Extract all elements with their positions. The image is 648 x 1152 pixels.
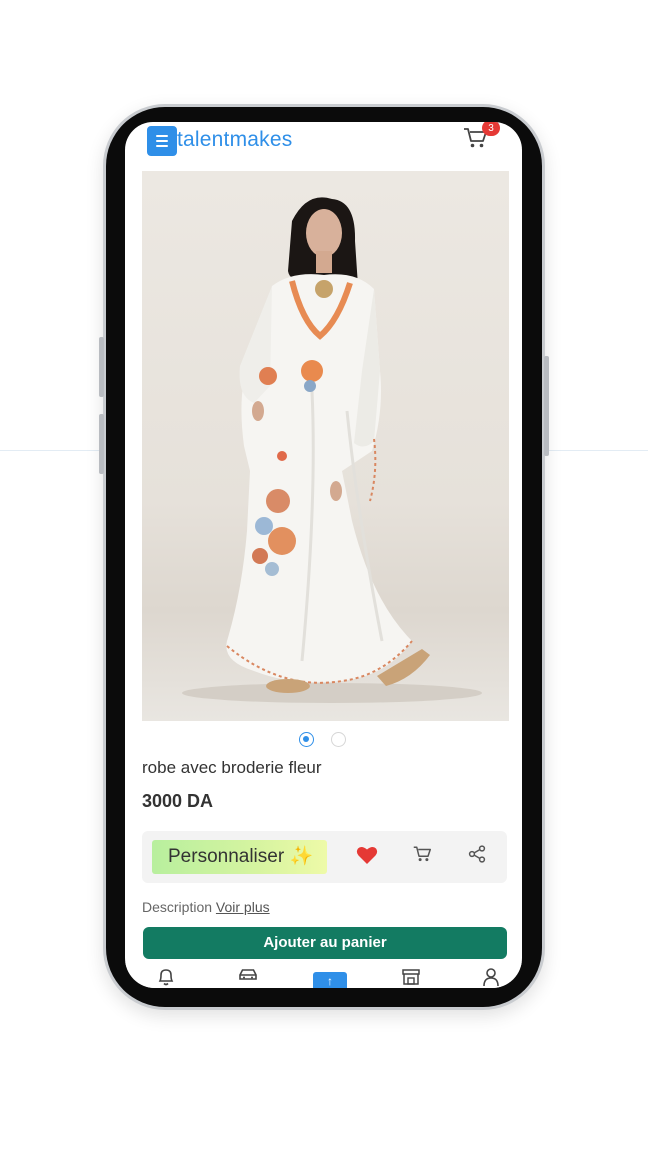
user-icon [483, 968, 499, 987]
share-button[interactable] [468, 845, 492, 869]
cart-icon [413, 846, 431, 862]
backdrop-line [540, 450, 648, 451]
description-row: Description Voir plus [142, 899, 270, 915]
product-image[interactable] [142, 171, 509, 721]
nav-profile[interactable] [482, 967, 502, 987]
car-icon [239, 969, 257, 980]
brand-logo[interactable]: talentmakes [177, 128, 292, 152]
add-to-cart-button[interactable]: Ajouter au panier [143, 927, 507, 959]
nav-vehicles[interactable] [237, 967, 257, 987]
heart-icon [356, 846, 378, 864]
dress-illustration [182, 197, 482, 703]
see-more-link[interactable]: Voir plus [216, 899, 270, 915]
favorite-button[interactable] [356, 845, 380, 869]
add-to-cart-icon-button[interactable] [412, 845, 436, 869]
volume-down-button [99, 414, 104, 474]
app-header: talentmakes 3 [125, 122, 522, 162]
backdrop-line [0, 450, 110, 451]
product-price: 3000 DA [142, 791, 214, 811]
gallery-dot-2[interactable] [331, 732, 346, 747]
volume-up-button [99, 337, 104, 397]
personalize-button[interactable]: Personnaliser ✨ [152, 840, 327, 874]
cart-count-badge: 3 [482, 122, 500, 136]
description-label: Description [142, 899, 213, 915]
nav-upload-button[interactable]: ↑ [313, 972, 347, 988]
product-title: robe avec broderie fleur [142, 758, 322, 777]
store-icon [402, 969, 420, 985]
gallery-dot-1[interactable] [299, 732, 314, 747]
share-icon [468, 845, 486, 863]
menu-button[interactable] [147, 126, 177, 156]
bottom-navigation: ↑ [125, 962, 522, 988]
bell-icon [158, 969, 174, 986]
power-button [544, 356, 549, 456]
nav-store[interactable] [401, 967, 421, 987]
app-screen: talentmakes 3 robe avec broderie fleur 3… [125, 122, 522, 988]
product-action-bar: Personnaliser ✨ [142, 831, 507, 883]
nav-notifications[interactable] [157, 967, 177, 987]
upload-icon: ↑ [327, 974, 333, 988]
